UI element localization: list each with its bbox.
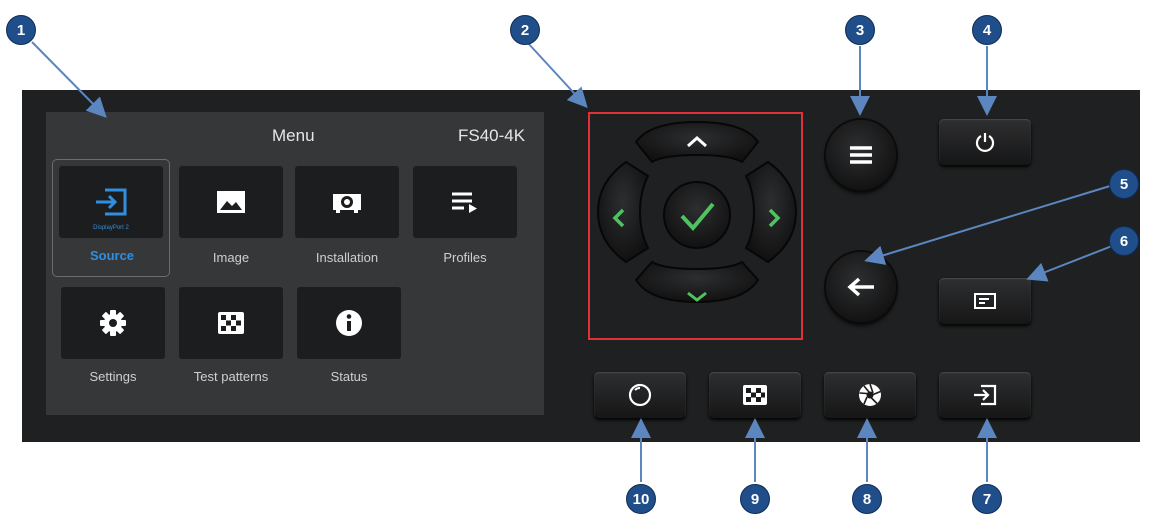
callout-2: 2 bbox=[510, 15, 540, 45]
callout-10: 10 bbox=[626, 484, 656, 514]
arrow-2 bbox=[526, 41, 588, 108]
arrow-5 bbox=[864, 185, 1111, 265]
keypad-diagram: Menu FS40-4K DisplayPort 2 Source Image … bbox=[0, 0, 1151, 523]
arrow-6 bbox=[1026, 245, 1113, 282]
callout-3: 3 bbox=[845, 15, 875, 45]
callout-4: 4 bbox=[972, 15, 1002, 45]
callout-6: 6 bbox=[1109, 226, 1139, 256]
callout-5: 5 bbox=[1109, 169, 1139, 199]
callout-9: 9 bbox=[740, 484, 770, 514]
callout-arrows bbox=[31, 41, 1113, 482]
callout-8: 8 bbox=[852, 484, 882, 514]
callout-1: 1 bbox=[6, 15, 36, 45]
callout-7: 7 bbox=[972, 484, 1002, 514]
arrow-1 bbox=[31, 41, 107, 118]
